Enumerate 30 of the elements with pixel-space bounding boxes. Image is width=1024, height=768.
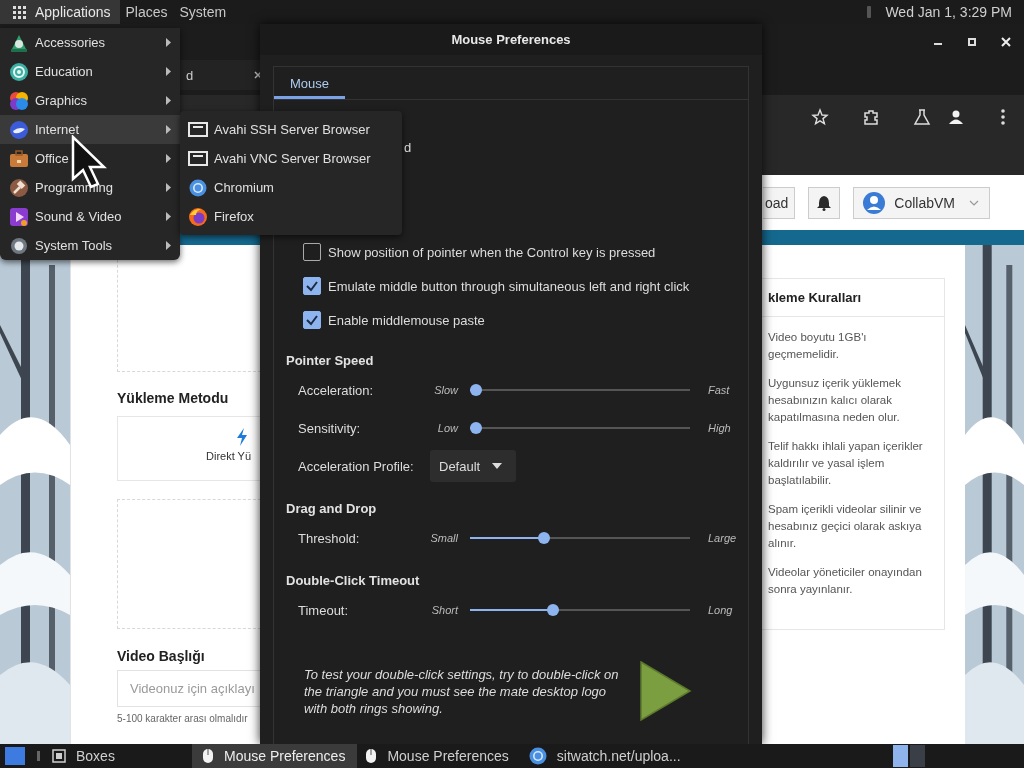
section-heading: Yükleme Metodu [117,390,229,406]
scale-label: Fast [708,384,730,396]
field-label: Threshold: [298,530,361,546]
rule-text: Uygunsuz içerik yüklemek hesabınızın kalıcı olarak kapatılmasına neden olur. [768,376,902,425]
option-label: d [404,140,412,155]
scale-label: Short [430,604,458,616]
rule-text: Telif hakkı ihlali yapan içerikler kaldırılır ve yasal işlem başlatılabilir. [768,439,924,488]
field-label: Acceleration: [298,382,375,398]
checkbox-label: Emulate middle button through simultaneous left and right click [328,278,690,294]
scale-label: Low [436,422,458,434]
rule-text: Video boyutu 1GB'ı geçmemelidir. [768,330,868,362]
instruction-text: To test your double-click settings, try to double-click on the triangle and you must see the mate desktop logo with both rings showing. [304,665,620,717]
checkbox-label: Show position of pointer when the Control key is pressed [328,244,656,260]
field-label: Sensitivity: [298,420,362,436]
scale-label: Large [708,532,737,544]
section-title: Double-Click Timeout [285,572,421,590]
rule-text: Spam içerikli videolar silinir ve hesabınız geçici olarak askıya alınır. [768,502,923,551]
section-title: Pointer Speed [285,352,375,370]
window-title: Mouse Preferences [260,24,762,55]
field-label: Acceleration Profile: [298,458,415,474]
field-label: Timeout: [298,602,350,618]
scale-label: Small [430,532,458,544]
scale-label: Slow [433,384,458,396]
rule-text: Videolar yöneticiler onayından sonra yayınlanır. [768,565,923,597]
scale-label: High [708,422,731,434]
field-hint: 5-100 karakter arası olmalıdır [117,713,248,724]
scale-label: Long [708,604,733,616]
section-heading: Video Başlığı [117,648,205,664]
checkbox-label: Enable middlemouse paste [328,312,485,328]
section-title: Drag and Drop [285,500,378,518]
